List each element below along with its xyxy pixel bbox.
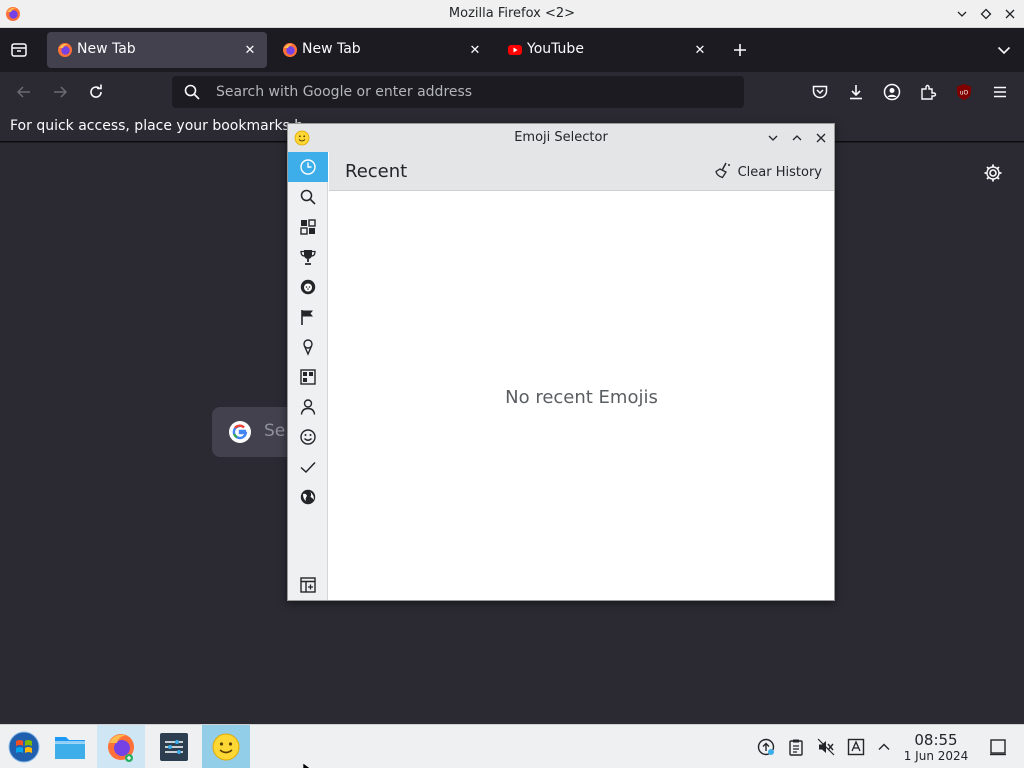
window-title: Mozilla Firefox <2> bbox=[448, 6, 576, 21]
maximize-button[interactable] bbox=[788, 129, 806, 147]
emoji-selector-title: Emoji Selector bbox=[514, 130, 608, 145]
firefox-icon bbox=[282, 42, 298, 58]
digital-clock[interactable]: 08:55 1 Jun 2024 bbox=[900, 731, 972, 763]
tab-strip: New Tab ✕ New Tab ✕ YouTube ✕ bbox=[0, 28, 1024, 72]
category-search-icon[interactable] bbox=[288, 182, 328, 212]
hamburger-menu-icon[interactable] bbox=[988, 80, 1012, 104]
tab-new-tab-2[interactable]: New Tab ✕ bbox=[272, 32, 492, 68]
pocket-icon[interactable] bbox=[808, 80, 832, 104]
mouse-cursor-icon bbox=[302, 758, 313, 768]
clear-history-label: Clear History bbox=[737, 164, 822, 180]
emoji-section-header: Recent Clear History bbox=[329, 152, 834, 191]
tab-new-tab-1[interactable]: New Tab ✕ bbox=[47, 32, 267, 68]
google-logo-icon bbox=[228, 420, 252, 444]
close-tab-icon[interactable]: ✕ bbox=[466, 41, 484, 59]
maximize-button[interactable] bbox=[977, 5, 995, 23]
category-people-body-icon[interactable] bbox=[288, 392, 328, 422]
youtube-icon bbox=[507, 42, 523, 58]
category-symbols-grid-icon[interactable] bbox=[288, 212, 328, 242]
emoji-selector-taskbar-icon[interactable] bbox=[202, 725, 250, 768]
clock-time: 08:55 bbox=[914, 731, 958, 749]
search-icon bbox=[184, 84, 200, 100]
emoji-category-sidebar bbox=[288, 152, 328, 600]
show-desktop-icon[interactable] bbox=[989, 738, 1007, 756]
close-icon[interactable] bbox=[812, 129, 830, 147]
list-all-tabs-chevron-icon[interactable] bbox=[992, 38, 1016, 62]
ublock-origin-icon[interactable]: uO bbox=[952, 80, 976, 104]
category-objects-icon[interactable] bbox=[288, 362, 328, 392]
category-symbols-check-icon[interactable] bbox=[288, 452, 328, 482]
minimize-button[interactable] bbox=[953, 5, 971, 23]
update-notifier-icon[interactable] bbox=[757, 738, 775, 756]
bookmarks-hint-text: For quick access, place your bookmarks h bbox=[10, 118, 304, 134]
firefox-taskbar-icon[interactable] bbox=[97, 725, 145, 768]
broom-icon bbox=[714, 161, 732, 183]
emoji-selector-titlebar: Emoji Selector bbox=[288, 124, 834, 152]
account-icon[interactable] bbox=[880, 80, 904, 104]
minimize-button[interactable] bbox=[764, 129, 782, 147]
category-flags-icon[interactable] bbox=[288, 302, 328, 332]
clipboard-icon[interactable] bbox=[787, 738, 805, 756]
clear-history-button[interactable]: Clear History bbox=[714, 161, 822, 183]
address-bar[interactable] bbox=[172, 76, 744, 108]
category-panel-layout-icon[interactable] bbox=[288, 570, 328, 600]
reload-icon[interactable] bbox=[84, 80, 108, 104]
empty-state-message: No recent Emojis bbox=[505, 387, 658, 408]
tab-youtube[interactable]: YouTube ✕ bbox=[497, 32, 717, 68]
taskbar-panel: 08:55 1 Jun 2024 bbox=[0, 724, 1024, 768]
address-input[interactable] bbox=[216, 80, 716, 104]
tab-title: YouTube bbox=[527, 41, 584, 57]
clock-date: 1 Jun 2024 bbox=[903, 749, 969, 763]
window-titlebar: Mozilla Firefox <2> bbox=[0, 0, 1024, 28]
firefox-view-button[interactable] bbox=[8, 39, 30, 61]
tab-title: New Tab bbox=[302, 41, 361, 57]
close-tab-icon[interactable]: ✕ bbox=[691, 41, 709, 59]
extensions-puzzle-icon[interactable] bbox=[916, 80, 940, 104]
category-travel-places-globe-icon[interactable] bbox=[288, 482, 328, 512]
volume-muted-icon[interactable] bbox=[817, 738, 835, 756]
start-menu-icon[interactable] bbox=[0, 725, 48, 768]
bookmarks-hint: For quick access, place your bookmarks h bbox=[10, 118, 303, 134]
firefox-icon bbox=[57, 42, 73, 58]
downloads-icon[interactable] bbox=[844, 80, 868, 104]
category-activities-trophy-icon[interactable] bbox=[288, 242, 328, 272]
svg-text:uO: uO bbox=[960, 90, 969, 97]
web-search-placeholder: Se bbox=[264, 421, 286, 441]
category-food-drink-icon[interactable] bbox=[288, 332, 328, 362]
new-tab-plus-icon[interactable] bbox=[728, 38, 752, 62]
close-window-button[interactable] bbox=[1001, 5, 1019, 23]
forward-arrow-icon[interactable] bbox=[48, 80, 72, 104]
file-manager-folder-icon[interactable] bbox=[46, 725, 94, 768]
tray-expand-chevron-icon[interactable] bbox=[875, 738, 893, 756]
emoji-grid-area: No recent Emojis bbox=[329, 191, 834, 600]
close-tab-icon[interactable]: ✕ bbox=[241, 41, 259, 59]
system-settings-icon[interactable] bbox=[150, 725, 198, 768]
category-animals-nature-icon[interactable] bbox=[288, 272, 328, 302]
back-arrow-icon[interactable] bbox=[12, 80, 36, 104]
section-heading: Recent bbox=[345, 161, 408, 182]
navigation-toolbar: uO bbox=[0, 72, 1024, 112]
tab-title: New Tab bbox=[77, 41, 136, 57]
category-smileys-emotion-icon[interactable] bbox=[288, 422, 328, 452]
keyboard-layout-icon[interactable] bbox=[847, 738, 865, 756]
category-recent-clock-icon[interactable] bbox=[288, 152, 328, 182]
emoji-selector-window: Emoji Selector Recent Clear History No r… bbox=[287, 123, 835, 601]
gear-icon[interactable] bbox=[982, 162, 1004, 184]
